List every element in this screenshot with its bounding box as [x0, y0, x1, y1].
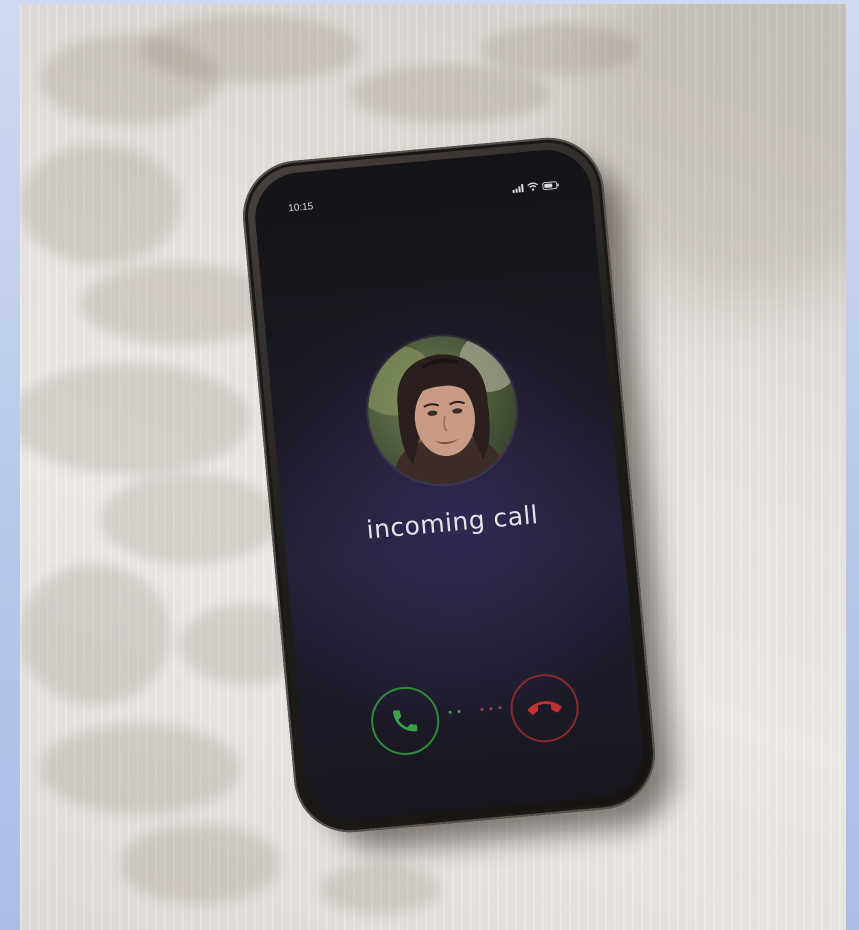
battery-icon	[542, 181, 559, 191]
leaf-shadow	[40, 724, 240, 814]
leaf-shadow	[320, 864, 440, 914]
decline-call-button[interactable]	[507, 671, 582, 746]
status-time: 10:15	[287, 201, 314, 215]
status-bar: 10:15	[254, 176, 592, 223]
smartphone: 10:15 incoming call	[238, 132, 680, 855]
leaf-shadow	[20, 364, 250, 474]
leaf-shadow	[20, 144, 180, 264]
accept-call-button[interactable]	[368, 683, 443, 758]
caller-photo	[361, 331, 520, 490]
swipe-hint-dots-left	[448, 709, 461, 714]
swipe-hint-dots-right	[480, 706, 502, 712]
leaf-shadow	[140, 14, 360, 84]
phone-frame: 10:15 incoming call	[238, 132, 660, 838]
leaf-shadow	[100, 474, 280, 564]
leaf-shadow	[20, 564, 170, 704]
signal-icon	[512, 184, 524, 194]
leaf-shadow	[350, 64, 550, 124]
status-icons	[512, 180, 560, 194]
phone-screen: 10:15 incoming call	[251, 146, 647, 824]
caller-avatar	[361, 329, 523, 491]
stage: 10:15 incoming call	[0, 0, 859, 930]
phone-answer-icon	[393, 710, 418, 732]
wifi-icon	[527, 182, 539, 191]
leaf-shadow	[480, 24, 640, 74]
leaf-shadow	[120, 824, 280, 904]
phone-hangup-icon	[527, 701, 562, 715]
incoming-call-label: incoming call	[365, 500, 540, 545]
